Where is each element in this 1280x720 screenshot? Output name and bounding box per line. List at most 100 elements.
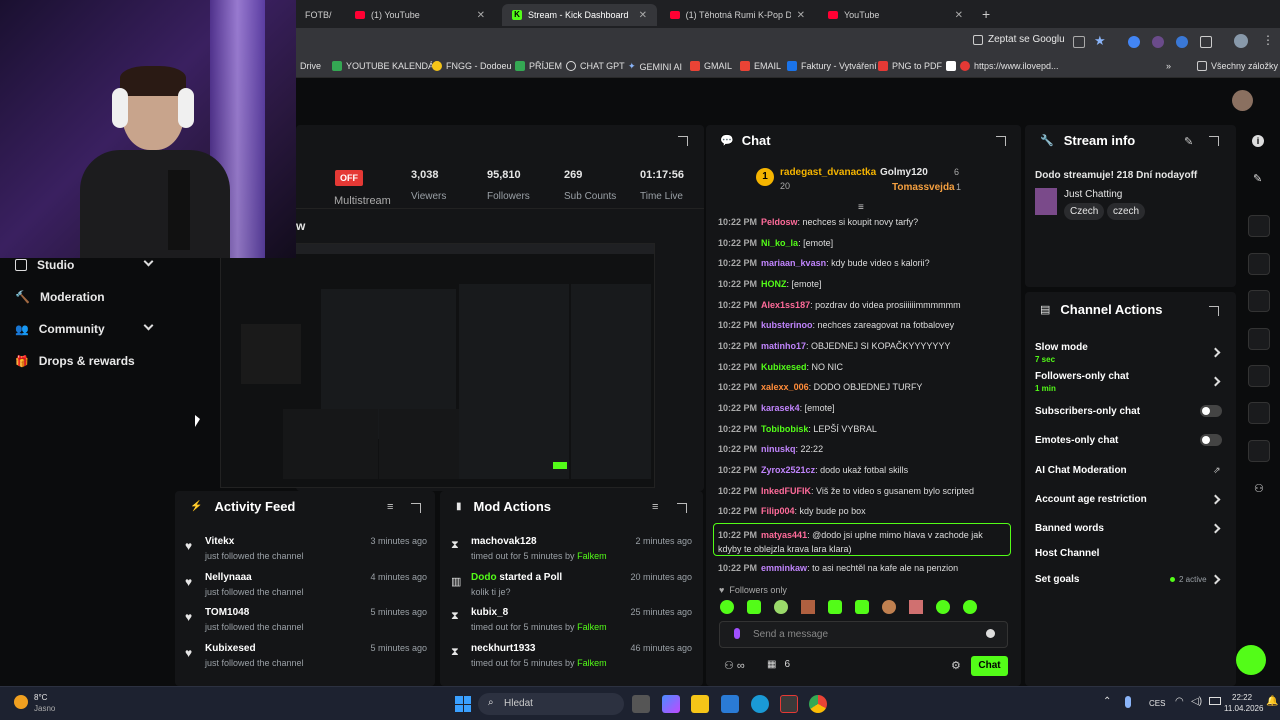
clock-date[interactable]: 11.04.2026 xyxy=(1224,704,1263,713)
ai-moderation-action[interactable]: AI Chat Moderation xyxy=(1035,465,1127,476)
file-explorer-icon[interactable] xyxy=(691,695,709,713)
bookmark-ilovepdf[interactable]: https://www.ilovepd... xyxy=(946,61,1059,71)
microphone-icon[interactable] xyxy=(1125,696,1131,708)
expand-icon[interactable] xyxy=(678,136,688,146)
community-icon[interactable]: ⚇ xyxy=(1254,482,1264,495)
rail-camera-button[interactable] xyxy=(1248,215,1270,237)
rail-chat-button[interactable] xyxy=(1248,328,1270,350)
set-goals-action[interactable]: Set goals xyxy=(1035,574,1079,585)
expand-icon[interactable] xyxy=(677,503,687,513)
filter-icon[interactable]: ≡ xyxy=(858,202,864,213)
microphone-icon[interactable] xyxy=(734,628,740,639)
taskbar-search[interactable]: ⌕ Hledat xyxy=(478,693,624,715)
emote-icon[interactable] xyxy=(828,600,842,614)
emote-icon[interactable] xyxy=(963,600,977,614)
bookmark-drive[interactable]: Drive xyxy=(300,61,321,71)
expand-icon[interactable] xyxy=(1209,136,1219,146)
bookmark-gmail[interactable]: GMAIL xyxy=(690,61,732,71)
bookmark-faktury[interactable]: Faktury - Vytváření xyxy=(787,61,877,71)
account-age-action[interactable]: Account age restriction xyxy=(1035,494,1147,505)
app-icon[interactable] xyxy=(721,695,739,713)
bookmark-png-to-pdf[interactable]: PNG to PDF xyxy=(878,61,942,71)
filter-icon[interactable]: ≡ xyxy=(652,501,658,513)
extension-icon[interactable] xyxy=(1176,36,1188,48)
chevron-down-icon[interactable] xyxy=(143,256,154,267)
new-tab-button[interactable]: + xyxy=(982,6,990,22)
emote-icon[interactable] xyxy=(801,600,815,614)
sidebar-item-community[interactable]: 👥 Community xyxy=(15,322,105,336)
emote-icon[interactable] xyxy=(774,600,788,614)
user-avatar[interactable] xyxy=(1232,90,1253,111)
followers-only-action[interactable]: Followers-only chat 1 min xyxy=(1035,371,1129,393)
emote-icon[interactable] xyxy=(909,600,923,614)
chevron-down-icon[interactable] xyxy=(143,320,154,331)
host-channel-action[interactable]: Host Channel xyxy=(1035,548,1099,559)
volume-icon[interactable]: ◁) xyxy=(1191,696,1202,707)
emote-bar[interactable] xyxy=(720,600,1010,616)
rail-broadcast-button[interactable] xyxy=(1248,365,1270,387)
clock-time[interactable]: 22:22 xyxy=(1232,693,1252,702)
tab-kick-dashboard[interactable]: K Stream - Kick Dashboard ✕ xyxy=(502,4,657,26)
chat-input[interactable]: Send a message xyxy=(719,621,1008,648)
emote-icon[interactable] xyxy=(747,600,761,614)
sidebar-item-drops[interactable]: 🎁 Drops & rewards xyxy=(15,354,135,368)
edge-icon[interactable] xyxy=(751,695,769,713)
help-button[interactable] xyxy=(1236,645,1266,675)
task-view-icon[interactable] xyxy=(632,695,650,713)
close-icon[interactable]: ✕ xyxy=(955,10,963,21)
sidebar-item-moderation[interactable]: 🔨 Moderation xyxy=(15,290,105,304)
close-icon[interactable]: ✕ xyxy=(797,10,805,21)
rail-list-button[interactable] xyxy=(1248,402,1270,424)
tab-youtube-1[interactable]: (1) YouTube ✕ xyxy=(345,4,495,26)
extension-icon[interactable] xyxy=(1152,36,1164,48)
close-icon[interactable]: ✕ xyxy=(639,10,647,21)
rail-document-button[interactable] xyxy=(1248,290,1270,312)
extension-icon[interactable] xyxy=(1128,36,1140,48)
bookmark-chatgpt[interactable]: CHAT GPT xyxy=(566,61,625,71)
banned-words-action[interactable]: Banned words xyxy=(1035,523,1104,534)
bookmarks-overflow[interactable]: » xyxy=(1166,61,1171,71)
expand-icon[interactable] xyxy=(411,503,421,513)
translate-icon[interactable] xyxy=(1073,36,1085,48)
copilot-icon[interactable] xyxy=(662,695,680,713)
chevron-up-icon[interactable]: ⌃ xyxy=(1103,696,1111,707)
tab-youtube-rumi[interactable]: (1) Těhotná Rumi K-Pop Demo ✕ xyxy=(660,4,815,26)
wifi-icon[interactable]: ◠ xyxy=(1175,696,1184,707)
edit-icon[interactable]: ✎ xyxy=(1184,135,1193,148)
tab-fotb[interactable]: FOTB/ xyxy=(295,4,342,26)
emote-icon[interactable] xyxy=(882,600,896,614)
send-chat-button[interactable]: Chat xyxy=(971,656,1008,676)
bookmark-all[interactable]: Všechny záložky xyxy=(1197,61,1278,71)
emote-icon[interactable] xyxy=(936,600,950,614)
external-link-icon[interactable]: ⇗ xyxy=(1213,465,1221,476)
menu-icon[interactable]: ⋮ xyxy=(1262,33,1274,47)
bookmark-fngg[interactable]: FNGG - Dodoeu xyxy=(432,61,512,71)
capcut-icon[interactable] xyxy=(780,695,798,713)
chrome-icon[interactable] xyxy=(809,695,827,713)
filter-icon[interactable]: ≡ xyxy=(387,501,393,513)
windows-start-icon[interactable] xyxy=(455,696,471,712)
emoji-icon[interactable] xyxy=(986,629,995,638)
sidebar-item-studio[interactable]: Studio xyxy=(15,258,74,272)
expand-icon[interactable] xyxy=(1209,306,1219,316)
ask-google-button[interactable]: Zeptat se Googlu xyxy=(973,34,1065,45)
bookmark-prijem[interactable]: PŘÍJEM xyxy=(515,61,562,71)
rail-tools-button[interactable] xyxy=(1248,440,1270,462)
puzzle-icon[interactable] xyxy=(1200,36,1212,48)
emote-icon[interactable] xyxy=(720,600,734,614)
language-indicator[interactable]: CES xyxy=(1149,699,1165,708)
slow-mode-action[interactable]: Slow mode 7 sec xyxy=(1035,342,1088,364)
battery-icon[interactable] xyxy=(1209,697,1221,705)
rail-lightning-button[interactable] xyxy=(1248,253,1270,275)
bookmark-gemini[interactable]: ✦ GEMINI AI xyxy=(628,61,682,72)
notification-icon[interactable]: 🔔 xyxy=(1266,696,1278,707)
close-icon[interactable]: ✕ xyxy=(477,10,485,21)
bookmark-yt-calendar[interactable]: YOUTUBE KALENDÁŘ xyxy=(332,61,441,71)
emotes-only-toggle[interactable] xyxy=(1200,434,1222,446)
gear-icon[interactable]: ⚙ xyxy=(951,659,961,672)
expand-icon[interactable] xyxy=(996,136,1006,146)
star-icon[interactable]: ★ xyxy=(1094,33,1106,49)
info-icon[interactable]: i xyxy=(1252,135,1264,147)
bookmark-email[interactable]: EMAIL xyxy=(740,61,781,71)
subscribers-only-toggle[interactable] xyxy=(1200,405,1222,417)
